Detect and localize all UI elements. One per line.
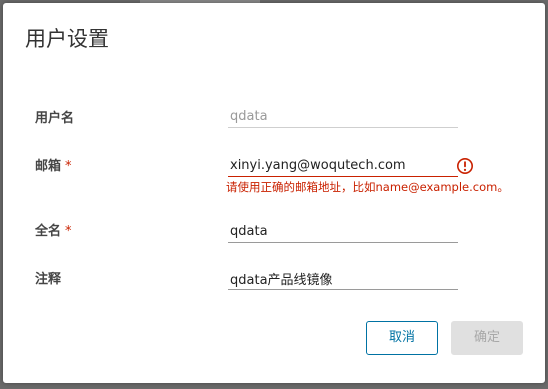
fullname-label-text: 全名 [35,224,62,239]
comment-label-text: 注释 [35,272,62,287]
email-label-text: 邮箱 [35,159,62,174]
user-settings-dialog: 用户设置 用户名 邮箱* 请使用正确的邮箱地址，比如name@example.c… [3,3,545,383]
fullname-input[interactable] [228,221,458,243]
dialog-title: 用户设置 [25,27,109,51]
ok-button[interactable]: 确定 [451,321,523,355]
comment-input[interactable] [228,268,458,290]
required-asterisk: * [65,159,72,174]
comment-label: 注释 [35,271,61,289]
email-error-message: 请使用正确的邮箱地址，比如name@example.com。 [226,180,509,194]
fullname-label: 全名 * [35,223,72,241]
username-label-text: 用户名 [35,111,75,126]
cancel-button[interactable]: 取消 [366,321,438,355]
email-label: 邮箱 * [35,158,72,176]
exclamation-circle-icon [457,158,473,174]
required-asterisk: * [65,224,72,239]
username-input[interactable] [228,106,458,128]
email-input[interactable] [228,155,458,177]
username-label: 用户名 [35,110,74,128]
